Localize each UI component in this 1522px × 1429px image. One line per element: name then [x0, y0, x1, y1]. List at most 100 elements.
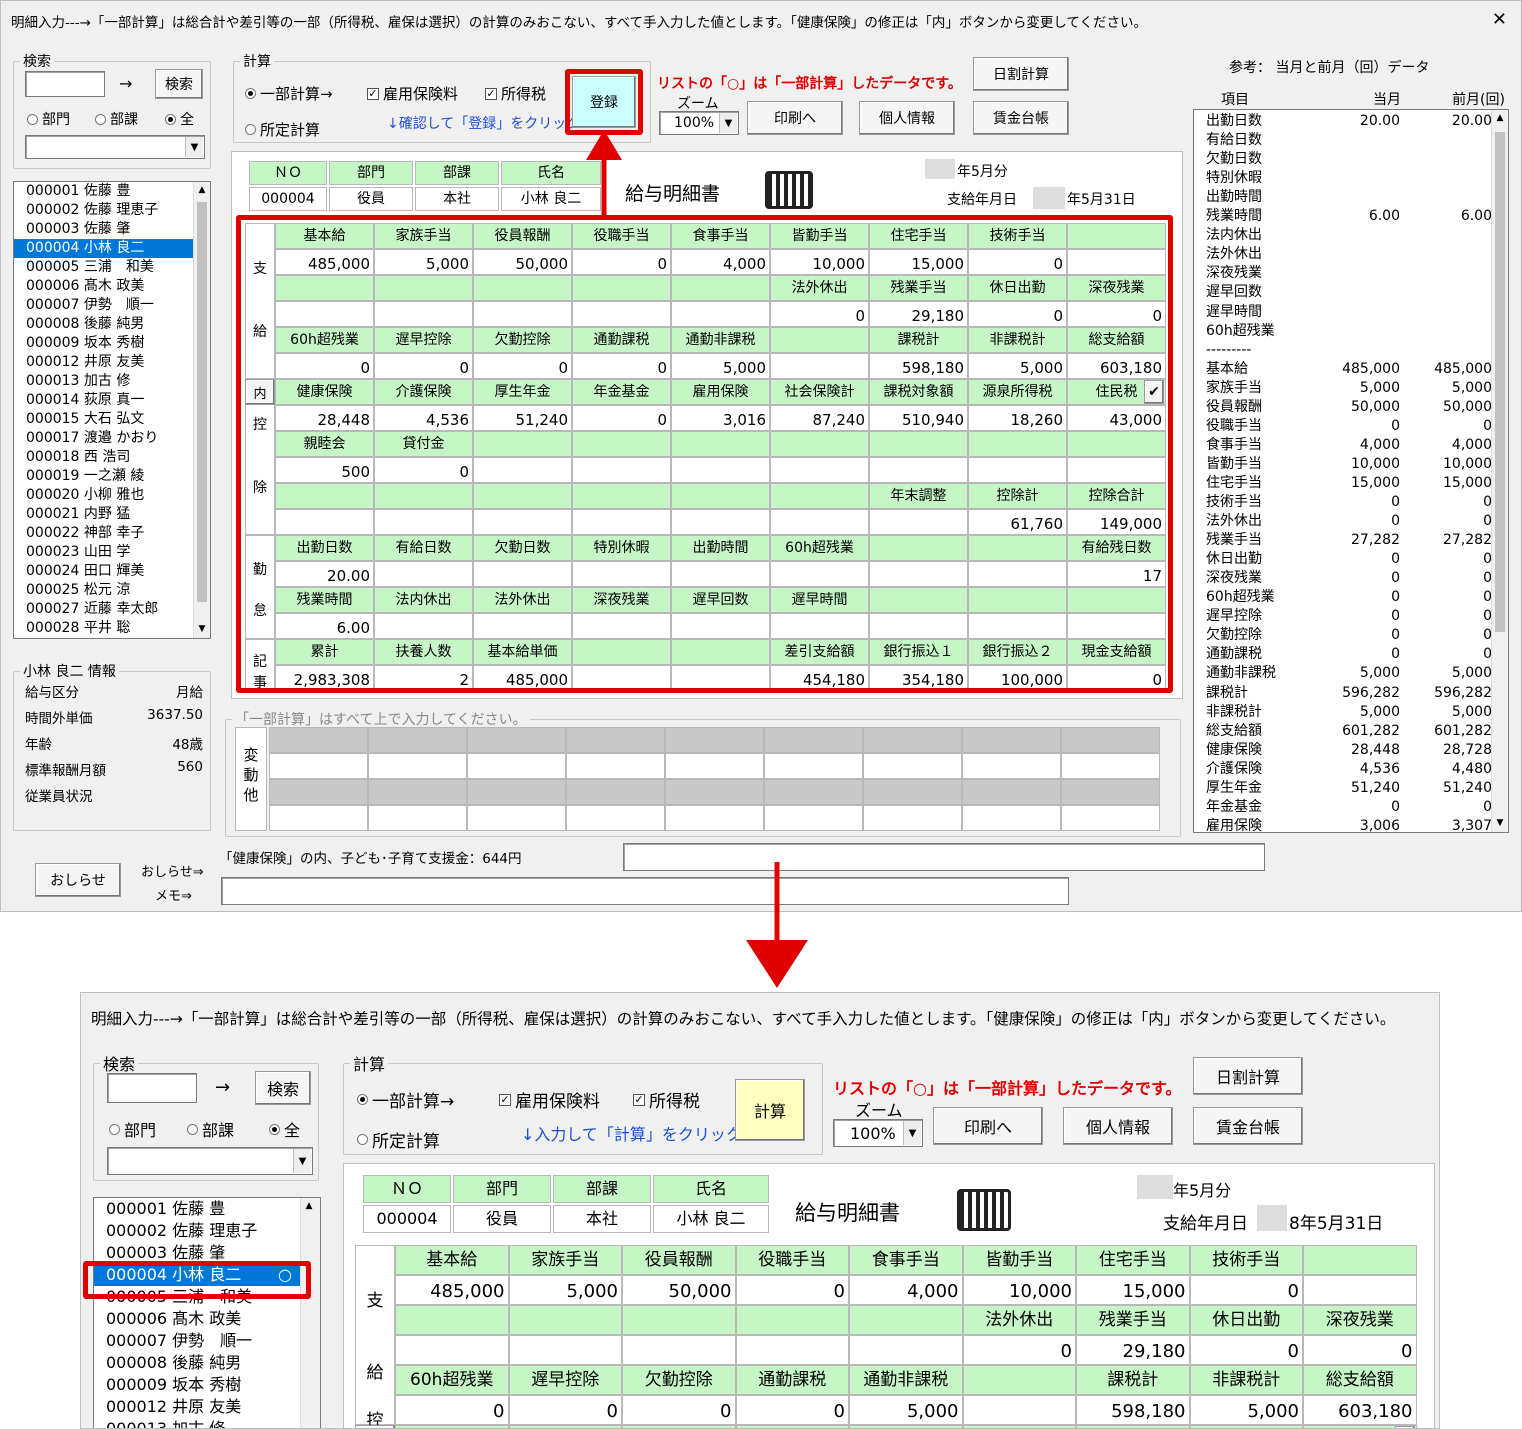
scroll-up-icon[interactable]: ▲: [1492, 110, 1508, 127]
search-button[interactable]: 検索: [155, 69, 203, 99]
slip-header-value[interactable]: 000004: [363, 1205, 451, 1233]
employee-list-item[interactable]: 000027 近藤 幸太郎: [14, 600, 210, 619]
slip-header-value[interactable]: 本社: [553, 1205, 651, 1233]
calc-button[interactable]: 計算: [735, 1079, 805, 1141]
employee-list-item[interactable]: 000006 髙木 政美: [14, 277, 210, 296]
employee-list-item[interactable]: 000007 伊勢 順一: [14, 296, 210, 315]
employee-list-item[interactable]: 000004 小林 良二: [14, 239, 210, 258]
register-button[interactable]: 登録: [572, 76, 636, 128]
notice-link[interactable]: おしらせ⇒: [141, 861, 204, 880]
filter-select[interactable]: ▼: [25, 135, 205, 159]
radio-buka-bottom[interactable]: 部課: [187, 1117, 234, 1141]
slip-item-value[interactable]: [395, 1335, 509, 1365]
zoom-select-bottom[interactable]: 100% ▼: [833, 1119, 923, 1147]
slip-item-value[interactable]: 0: [1303, 1335, 1417, 1365]
radio-fixed-calc-bottom[interactable]: 所定計算: [357, 1127, 440, 1152]
employee-list-item[interactable]: 000002 佐藤 理恵子: [94, 1220, 320, 1242]
checkbox-income-tax-bottom[interactable]: ✓ 所得税: [633, 1087, 700, 1112]
slip-item-value[interactable]: 0: [735, 1275, 849, 1305]
slip-item-value[interactable]: [962, 1395, 1076, 1425]
slip-item-value[interactable]: 0: [1189, 1335, 1303, 1365]
slip-item-value[interactable]: [735, 1335, 849, 1365]
variance-cell[interactable]: [764, 805, 863, 831]
employee-list-item[interactable]: 000018 西 浩司: [14, 448, 210, 467]
employee-list-item[interactable]: 000012 井原 友美: [14, 353, 210, 372]
employee-list-item[interactable]: 000020 小柳 雅也: [14, 486, 210, 505]
checkbox-emp-insurance-bottom[interactable]: ✓ 雇用保険料: [499, 1087, 600, 1112]
employee-list-item[interactable]: 000015 大石 弘文: [14, 410, 210, 429]
radio-bumon-bottom[interactable]: 部門: [109, 1117, 156, 1141]
slip-item-value[interactable]: 29,180: [1076, 1335, 1190, 1365]
slip-item-value[interactable]: [508, 1335, 622, 1365]
variance-cell[interactable]: [269, 753, 368, 779]
radio-partial-calc-bottom[interactable]: 一部計算→: [357, 1087, 454, 1112]
variance-cell[interactable]: [566, 753, 665, 779]
employee-list-item[interactable]: 000008 後藤 純男: [94, 1352, 320, 1374]
employee-list-item[interactable]: 000019 一之瀬 綾: [14, 467, 210, 486]
slip-item-value[interactable]: 0: [395, 1395, 509, 1425]
slip-item-value[interactable]: 4,000: [849, 1275, 963, 1305]
employee-list-item[interactable]: 000014 荻原 真一: [14, 391, 210, 410]
personal-info-button[interactable]: 個人情報: [859, 101, 955, 135]
slip-header-value[interactable]: 役員: [453, 1205, 551, 1233]
employee-list-item[interactable]: 000017 渡邉 かおり: [14, 429, 210, 448]
employee-list-item[interactable]: 000013 加古 修: [14, 372, 210, 391]
filter-select-bottom[interactable]: ▼: [107, 1147, 313, 1175]
close-icon[interactable]: ✕: [1492, 9, 1507, 30]
employee-list-item[interactable]: 000001 佐藤 豊: [94, 1198, 320, 1220]
slip-item-value[interactable]: 5,000: [508, 1275, 622, 1305]
search-input[interactable]: [25, 71, 105, 97]
checkbox-emp-insurance[interactable]: ✓ 雇用保険料: [367, 83, 458, 104]
employee-list-item[interactable]: 000025 松元 涼: [14, 581, 210, 600]
chevron-down-icon[interactable]: ▼: [719, 113, 737, 133]
slip-item-value[interactable]: 15,000: [1076, 1275, 1190, 1305]
radio-buka[interactable]: 部課: [95, 109, 138, 129]
scroll-down-icon[interactable]: ▼: [1492, 815, 1508, 832]
daily-calc-button-bottom[interactable]: 日割計算: [1193, 1057, 1303, 1095]
slip-header-value[interactable]: 本社: [415, 187, 499, 211]
scroll-up-icon[interactable]: ▲: [194, 182, 210, 199]
search-button-bottom[interactable]: 検索: [255, 1071, 311, 1105]
inner-button[interactable]: 内: [355, 1425, 395, 1428]
slip-item-value[interactable]: 0: [1189, 1275, 1303, 1305]
variance-cell[interactable]: [368, 805, 467, 831]
wage-ledger-button[interactable]: 賃金台帳: [973, 101, 1069, 135]
variance-cell[interactable]: [467, 753, 566, 779]
variance-cell[interactable]: [1061, 805, 1160, 831]
variance-cell[interactable]: [665, 753, 764, 779]
employee-list-item[interactable]: 000013 加古 修: [94, 1418, 320, 1428]
chevron-down-icon[interactable]: ▼: [903, 1121, 921, 1145]
slip-item-value[interactable]: 598,180: [1076, 1395, 1190, 1425]
radio-partial-calc[interactable]: 一部計算→: [245, 83, 333, 104]
employee-list[interactable]: 000001 佐藤 豊 000002 佐藤 理恵子 000003 佐藤 肇 00000…: [13, 181, 211, 639]
personal-info-button-bottom[interactable]: 個人情報: [1063, 1107, 1173, 1145]
daily-calc-button[interactable]: 日割計算: [973, 57, 1069, 91]
reference-list[interactable]: 出勤日数 20.00 20.00 有給日数 欠勤日数 特別休暇 出勤時間 残業時間 6.00 6.…: [1193, 109, 1509, 833]
slip-item-value[interactable]: [1303, 1275, 1417, 1305]
variance-cell[interactable]: [962, 805, 1061, 831]
variance-cell[interactable]: [1061, 753, 1160, 779]
employee-list-item[interactable]: 000008 後藤 純男: [14, 315, 210, 334]
reference-scrollbar[interactable]: ▲ ▼: [1491, 110, 1508, 832]
calculator-icon[interactable]: [765, 171, 813, 209]
employee-list-item[interactable]: 000006 髙木 政美: [94, 1308, 320, 1330]
employee-list-scrollbar-bottom[interactable]: ▲: [300, 1198, 320, 1428]
notice-button[interactable]: おしらせ: [35, 863, 121, 897]
slip-item-value[interactable]: 603,180: [1303, 1395, 1417, 1425]
employee-list-item[interactable]: 000021 内野 猛: [14, 505, 210, 524]
slip-header-value[interactable]: 000004: [249, 187, 327, 211]
employee-list-item[interactable]: 000024 田口 輝美: [14, 562, 210, 581]
employee-list-item[interactable]: 000001 佐藤 豊: [14, 182, 210, 201]
variance-cell[interactable]: [269, 805, 368, 831]
print-button-bottom[interactable]: 印刷へ: [933, 1107, 1043, 1145]
employee-list-item[interactable]: 000022 神部 幸子: [14, 524, 210, 543]
slip-item-value[interactable]: [622, 1335, 736, 1365]
slip-header-value[interactable]: 小林 良二: [653, 1205, 769, 1233]
employee-list-item[interactable]: 000028 平井 聡: [14, 619, 210, 638]
variance-cell[interactable]: [467, 805, 566, 831]
employee-list-item[interactable]: 000009 坂本 秀樹: [14, 334, 210, 353]
employee-list-bottom[interactable]: 000001 佐藤 豊 000002 佐藤 理恵子 000003 佐藤 肇 00000…: [93, 1197, 321, 1428]
employee-list-item[interactable]: 000005 三浦 和美: [14, 258, 210, 277]
scroll-down-icon[interactable]: ▼: [194, 621, 210, 638]
variance-cell[interactable]: [665, 805, 764, 831]
